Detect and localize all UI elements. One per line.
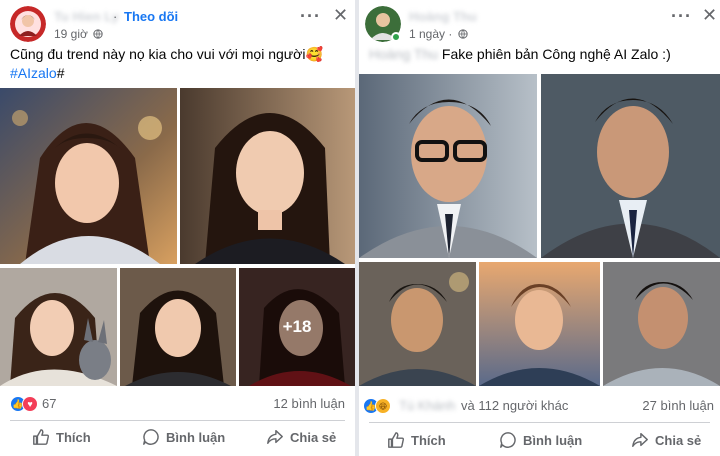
photo-1[interactable]	[359, 74, 537, 258]
love-reaction-icon: ♥	[22, 396, 38, 412]
like-button[interactable]: Thích	[32, 421, 91, 453]
photo-5[interactable]	[603, 262, 720, 386]
photo-3[interactable]	[0, 268, 117, 386]
photo-3[interactable]	[359, 262, 476, 386]
close-icon[interactable]: ✕	[702, 5, 717, 26]
speech-bubble-icon	[500, 432, 516, 448]
close-icon[interactable]: ✕	[333, 5, 348, 26]
more-photos-overlay[interactable]: +18	[239, 268, 355, 386]
reactor-name[interactable]: Tú Khánh	[399, 398, 455, 413]
share-arrow-icon	[632, 432, 648, 448]
hashtag-tail: #	[56, 65, 65, 81]
online-status-dot	[391, 32, 401, 42]
speech-bubble-icon	[143, 429, 159, 445]
author-name[interactable]: Hoàng Thu	[409, 9, 477, 24]
post-time-text: 1 ngày	[409, 27, 446, 41]
post-card-right: Hoàng Thu 1 ngày · ··· ✕ Hoàng Thu Fake …	[359, 0, 720, 456]
post-header: Tu Hien Ly · Theo dõi 19 giờ ··· ✕	[0, 0, 355, 44]
thumb-up-icon	[33, 429, 50, 445]
like-label: Thích	[56, 429, 91, 445]
post-hashtag-line: #AIzalo#	[10, 64, 65, 83]
reaction-icons: 👍 😆	[363, 398, 391, 414]
comment-button[interactable]: Bình luận	[142, 421, 225, 453]
post-caption-line: Hoàng Thu Fake phiên bản Công nghệ AI Za…	[369, 45, 671, 64]
action-bar: Thích Bình luận Chia sẻ	[0, 421, 355, 453]
separator-dot: ·	[113, 9, 118, 24]
post-card-left: Tu Hien Ly · Theo dõi 19 giờ ··· ✕ Cũng …	[0, 0, 355, 456]
like-button[interactable]: Thích	[387, 424, 446, 456]
photo-4[interactable]	[120, 268, 236, 386]
photo-4[interactable]	[479, 262, 600, 386]
more-dots-icon[interactable]: ···	[300, 6, 321, 27]
caption-mention[interactable]: Hoàng Thu	[369, 46, 438, 62]
reaction-count: 67	[42, 396, 57, 411]
post-caption: Cũng đu trend này nọ kia cho vui với mọi…	[10, 46, 323, 62]
post-time[interactable]: 19 giờ	[54, 27, 103, 41]
follow-button[interactable]: Theo dõi	[124, 9, 178, 24]
reaction-text: và 112 người khác	[461, 398, 569, 413]
share-label: Chia sẻ	[290, 429, 337, 445]
comments-count[interactable]: 12 bình luận	[273, 396, 345, 411]
haha-reaction-icon: 😆	[375, 398, 391, 414]
share-button[interactable]: Chia sẻ	[631, 424, 701, 456]
post-header: Hoàng Thu 1 ngày · ··· ✕	[359, 0, 720, 44]
reaction-summary[interactable]: 👍 ♥ 67 12 bình luận	[0, 392, 355, 416]
globe-icon	[93, 29, 103, 39]
photo-2[interactable]	[180, 88, 355, 264]
post-time[interactable]: 1 ngày ·	[409, 27, 468, 41]
share-label: Chia sẻ	[655, 432, 702, 448]
author-name[interactable]: Tu Hien Ly	[54, 9, 119, 24]
photo-2[interactable]	[541, 74, 720, 258]
like-label: Thích	[411, 432, 446, 448]
action-bar: Thích Bình luận Chia sẻ	[359, 424, 720, 456]
comments-count[interactable]: 27 bình luận	[642, 398, 714, 413]
thumb-up-icon	[388, 432, 405, 448]
photo-5[interactable]: +18	[239, 268, 355, 386]
globe-icon	[458, 29, 468, 39]
photo-1[interactable]	[0, 88, 177, 264]
share-button[interactable]: Chia sẻ	[266, 421, 336, 453]
share-arrow-icon	[267, 429, 283, 445]
post-time-text: 19 giờ	[54, 27, 88, 41]
separator-dot: ·	[448, 27, 453, 41]
reaction-summary[interactable]: 👍 😆 Tú Khánh và 112 người khác 27 bình l…	[359, 394, 720, 418]
hashtag-link[interactable]: #AIzalo	[10, 65, 57, 81]
post-caption: Fake phiên bản Công nghệ AI Zalo :)	[441, 46, 671, 62]
more-dots-icon[interactable]: ···	[671, 6, 692, 27]
comment-label: Bình luận	[523, 432, 583, 448]
divider	[369, 422, 710, 423]
comment-label: Bình luận	[166, 429, 226, 445]
reaction-icons: 👍 ♥	[10, 396, 38, 412]
comment-button[interactable]: Bình luận	[499, 424, 582, 456]
avatar[interactable]	[10, 6, 46, 42]
